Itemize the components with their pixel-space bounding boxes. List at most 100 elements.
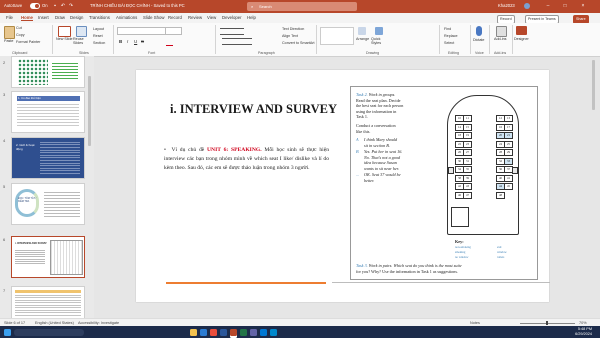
new-slide-button[interactable]: New Slide bbox=[56, 37, 73, 41]
copy-button[interactable]: Copy bbox=[16, 33, 25, 37]
ribbon-divider bbox=[113, 25, 114, 54]
arrange-icon[interactable] bbox=[358, 27, 366, 35]
file-explorer-icon[interactable] bbox=[190, 328, 197, 336]
zalo-icon[interactable] bbox=[270, 328, 277, 336]
align-text-button[interactable]: Align Text bbox=[282, 34, 298, 38]
accessibility-status[interactable]: Accessibility: Investigate bbox=[78, 321, 119, 325]
find-button[interactable]: Find bbox=[444, 27, 451, 31]
search-box[interactable]: ⌕ Search bbox=[247, 2, 357, 11]
autosave-toggle[interactable] bbox=[30, 3, 40, 9]
seat-41: 41 bbox=[504, 174, 513, 182]
slide-body-text[interactable]: • Ví dụ chủ đề UNIT 6: SPEAKING. Mỗi học… bbox=[164, 146, 329, 173]
undo-icon[interactable]: ↶ bbox=[60, 3, 66, 9]
tab-help[interactable]: Help bbox=[247, 15, 256, 20]
designer-icon[interactable] bbox=[516, 26, 527, 35]
system-clock[interactable]: 5:48 PM 6/29/2024 bbox=[575, 327, 592, 337]
maximize-icon[interactable]: □ bbox=[562, 3, 568, 9]
designer-button[interactable]: Designer bbox=[514, 37, 529, 41]
tab-transitions[interactable]: Transitions bbox=[89, 15, 110, 20]
tab-animations[interactable]: Animations bbox=[116, 15, 137, 20]
zoom-level[interactable]: 70% bbox=[579, 321, 587, 325]
microphone-icon[interactable] bbox=[476, 26, 482, 36]
font-size-field[interactable] bbox=[165, 27, 182, 35]
font-color-icon[interactable] bbox=[166, 40, 173, 46]
bold-button[interactable]: B bbox=[119, 39, 122, 44]
thumbnail-title: ĐỌC: TÓM TẮT / KIỂM TRA bbox=[18, 197, 37, 203]
font-name-field[interactable] bbox=[117, 27, 166, 35]
zoom-slider[interactable] bbox=[520, 323, 575, 324]
excel-icon[interactable] bbox=[240, 328, 247, 336]
edge-icon[interactable] bbox=[200, 328, 207, 336]
shapes-gallery[interactable] bbox=[320, 27, 354, 45]
replace-button[interactable]: Replace bbox=[444, 34, 458, 38]
close-icon[interactable]: × bbox=[580, 3, 586, 9]
slide-thumbnail-5[interactable]: ĐỌC: TÓM TẮT / KIỂM TRA bbox=[11, 183, 85, 225]
word-icon[interactable] bbox=[220, 328, 227, 336]
quick-styles-icon[interactable] bbox=[375, 27, 383, 35]
slide-thumbnail-3[interactable]: 1. Có đáo thể hiện bbox=[11, 91, 85, 133]
editor-scrollbar[interactable] bbox=[592, 60, 595, 110]
strikethrough-button[interactable]: S bbox=[141, 39, 144, 44]
tab-developer[interactable]: Developer bbox=[222, 15, 242, 20]
text-direction-button[interactable]: Text Direction bbox=[282, 27, 304, 31]
language-status[interactable]: English (United States) bbox=[35, 321, 74, 325]
cut-button[interactable]: Cut bbox=[16, 26, 22, 30]
new-slide-icon[interactable] bbox=[58, 26, 71, 37]
mail-icon[interactable] bbox=[260, 328, 267, 336]
ribbon-divider bbox=[316, 25, 317, 54]
slide-title[interactable]: i. INTERVIEW AND SURVEY bbox=[170, 102, 337, 117]
reuse-slides-button[interactable]: Reuse Slides bbox=[73, 37, 89, 45]
reuse-slides-icon[interactable] bbox=[76, 26, 87, 37]
tab-draw[interactable]: Draw bbox=[55, 15, 65, 20]
chrome-icon[interactable] bbox=[210, 328, 217, 336]
format-painter-button[interactable]: Format Painter bbox=[16, 40, 40, 44]
tab-review[interactable]: Review bbox=[188, 15, 202, 20]
tab-view[interactable]: View bbox=[207, 15, 216, 20]
layout-button[interactable]: Layout bbox=[93, 27, 104, 31]
add-ins-button[interactable]: Add-ins bbox=[494, 37, 507, 41]
italic-button[interactable]: I bbox=[127, 39, 128, 44]
slide-thumbnail-7[interactable] bbox=[11, 286, 85, 320]
zoom-slider-thumb[interactable] bbox=[546, 321, 548, 325]
tab-home[interactable]: Home bbox=[21, 15, 33, 21]
teams-icon[interactable] bbox=[250, 328, 257, 336]
bullets-icon[interactable] bbox=[220, 28, 244, 35]
tab-design[interactable]: Design bbox=[70, 15, 83, 20]
thumbnail-scrollbar[interactable] bbox=[88, 76, 91, 146]
tab-insert[interactable]: Insert bbox=[38, 15, 49, 20]
add-ins-icon[interactable] bbox=[496, 26, 507, 37]
seat-29: 29 bbox=[504, 149, 513, 156]
slide-number: 6 bbox=[3, 237, 6, 242]
worksheet-image[interactable]: Task 2. Work in groups. Read the seat pl… bbox=[350, 86, 538, 280]
seat-48: 48 bbox=[496, 191, 505, 199]
paste-icon[interactable] bbox=[4, 26, 15, 39]
align-icon[interactable] bbox=[222, 38, 252, 45]
thumbnail-pane: 2 3 1. Có đáo thể hiện 4 2. Giới & hoạt … bbox=[0, 56, 94, 320]
powerpoint-icon[interactable] bbox=[230, 328, 237, 336]
redo-icon[interactable]: ↷ bbox=[68, 3, 74, 9]
tab-slide-show[interactable]: Slide Show bbox=[143, 15, 165, 20]
slide-thumbnail-6[interactable]: i. INTERVIEW AND SURVEY bbox=[11, 236, 85, 278]
underline-button[interactable]: U bbox=[134, 39, 137, 44]
tab-file[interactable]: File bbox=[6, 15, 13, 20]
tab-record[interactable]: Record bbox=[168, 15, 182, 20]
paste-label[interactable]: Paste bbox=[4, 39, 13, 43]
notes-button[interactable]: Notes bbox=[470, 321, 480, 325]
arrange-button[interactable]: Arrange bbox=[356, 37, 369, 41]
save-icon[interactable]: ▪ bbox=[52, 3, 58, 9]
slide-thumbnail-4[interactable]: 2. Giới & hoạt động bbox=[11, 137, 85, 179]
start-icon[interactable] bbox=[4, 328, 11, 336]
dictate-button[interactable]: Dictate bbox=[473, 38, 484, 42]
dialog-line: Yes. Put her in seat 16. bbox=[364, 149, 403, 154]
taskbar-search[interactable] bbox=[14, 328, 84, 336]
avatar[interactable] bbox=[524, 3, 530, 9]
select-button[interactable]: Select bbox=[444, 41, 454, 45]
section-button[interactable]: Section bbox=[93, 41, 105, 45]
slide-thumbnail-2[interactable] bbox=[11, 56, 85, 88]
convert-smartart-button[interactable]: Convert to SmartArt bbox=[282, 41, 315, 45]
quick-styles-button[interactable]: Quick Styles bbox=[371, 37, 385, 45]
user-name[interactable]: Kha2023 bbox=[498, 3, 515, 8]
reset-button[interactable]: Reset bbox=[93, 34, 103, 38]
slide-canvas[interactable]: i. INTERVIEW AND SURVEY • Ví dụ chủ đề U… bbox=[136, 70, 550, 302]
minimize-icon[interactable]: – bbox=[545, 3, 551, 9]
